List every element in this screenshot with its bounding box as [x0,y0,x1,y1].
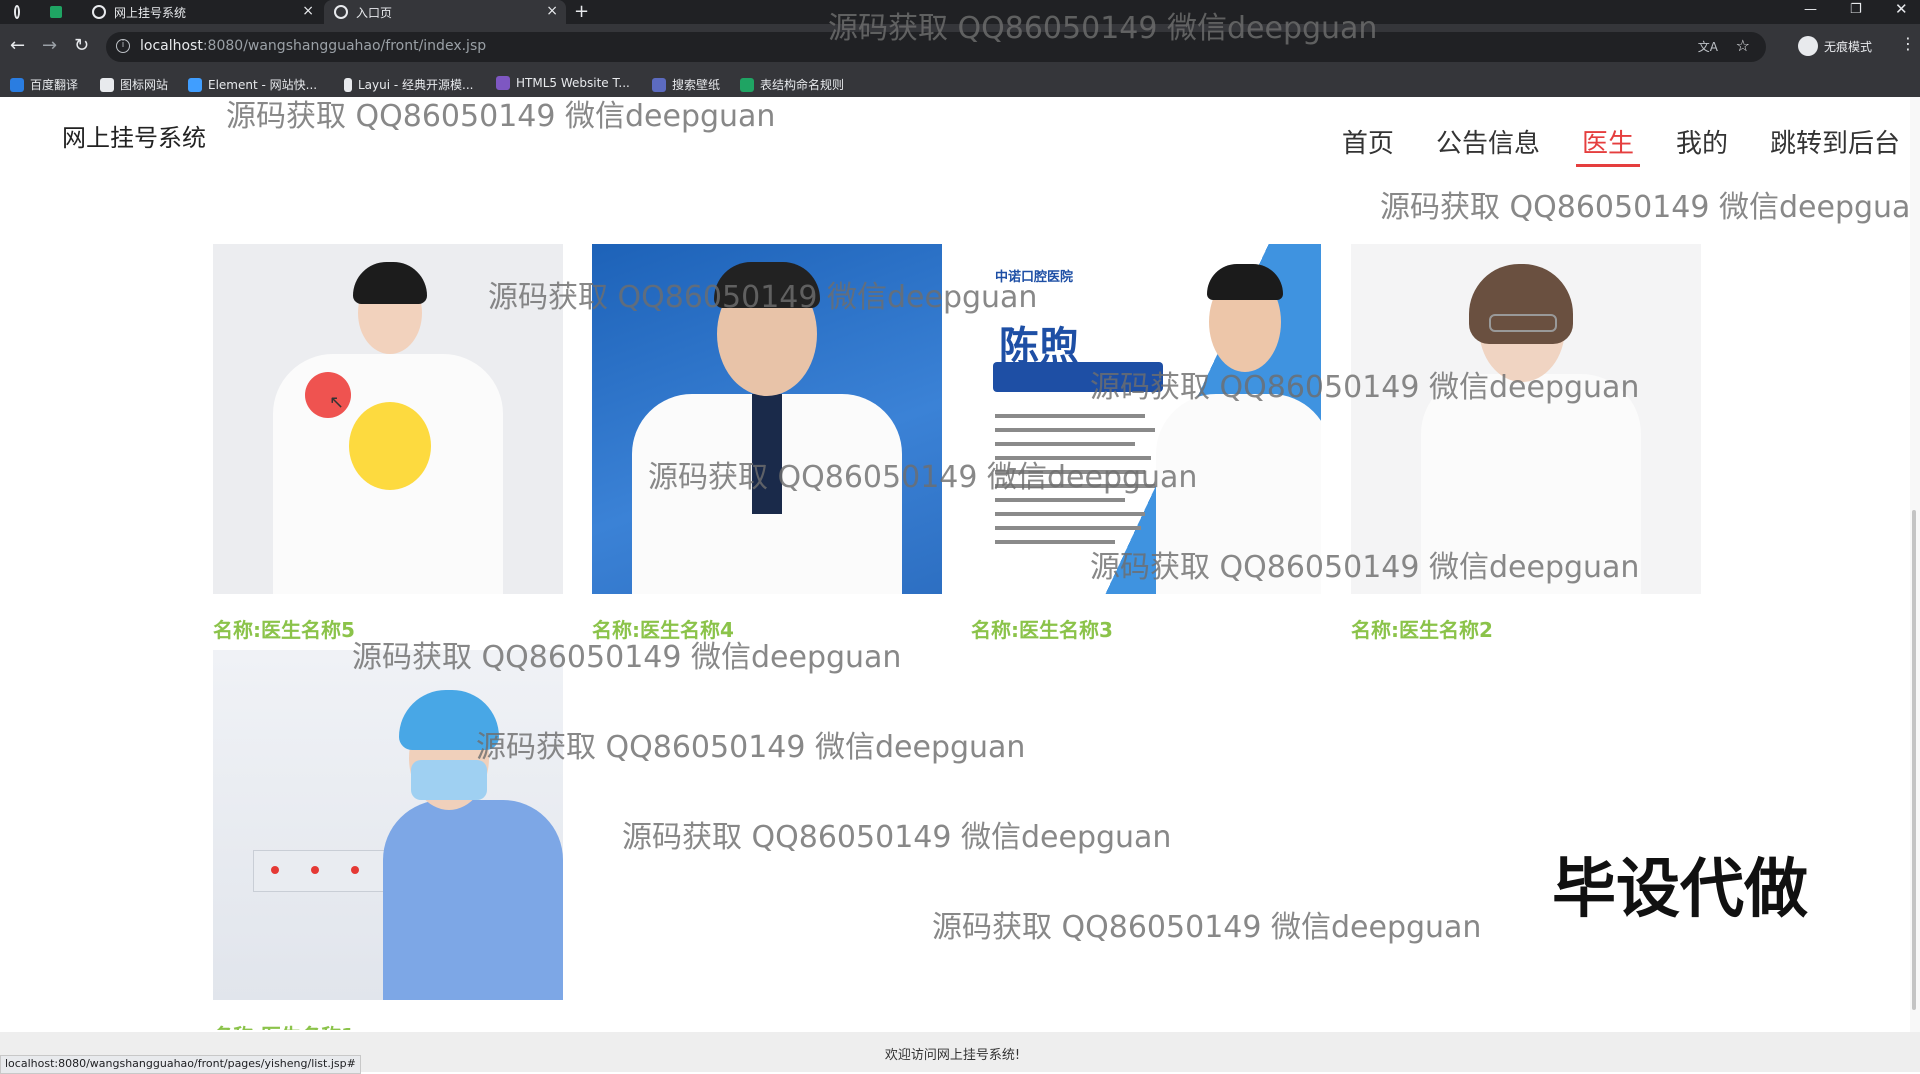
cursor-highlight [349,402,431,490]
back-icon[interactable]: ← [10,35,25,56]
minimize-icon[interactable]: — [1804,2,1817,17]
browser-menu-icon[interactable] [14,0,28,24]
main-nav: 首页 公告信息 医生 我的 跳转到后台 [1300,123,1900,167]
doctor-card[interactable]: 名称:医生名称2 [1351,244,1701,643]
nav-mine[interactable]: 我的 [1676,123,1728,164]
browser-chrome: 网上挂号系统 × 入口页 × + — ❐ ✕ ← → ↻ i localhost… [0,0,1920,97]
doctor-photo[interactable] [592,244,942,594]
doctor-card[interactable]: 中诺口腔医院 陈煦 名称:医生名称3 [971,244,1321,643]
doctor-card[interactable]: 名称:医生名称1 [213,650,563,1030]
bookmark-item[interactable]: Element - 网站快... [188,76,317,93]
promo-text: 毕设代做 [1552,853,1808,927]
close-icon[interactable]: × [302,3,314,19]
new-tab-button[interactable]: + [574,1,589,22]
nav-doctors[interactable]: 医生 [1575,123,1640,167]
status-bar-url: localhost:8080/wangshangguahao/front/pag… [0,1055,361,1074]
close-window-icon[interactable]: ✕ [1895,0,1908,18]
browser-toolbar: ← → ↻ i localhost:8080/wangshangguahao/f… [0,24,1920,70]
incognito-indicator[interactable]: 无痕模式 [1798,36,1872,56]
face-mask [411,760,487,800]
sheets-icon[interactable] [50,0,62,24]
address-bar[interactable]: i localhost:8080/wangshangguahao/front/i… [106,32,1766,62]
info-icon[interactable]: i [116,39,130,53]
close-icon[interactable]: × [546,3,558,19]
surgical-cap [399,690,499,750]
mouse-cursor-icon: ↖ [329,392,345,413]
bookmark-item[interactable]: 图标网站 [100,76,168,93]
star-icon[interactable]: ☆ [1736,36,1750,55]
bookmark-item[interactable]: 搜索壁纸 [652,76,720,93]
poster-hospital: 中诺口腔医院 [995,270,1074,285]
tab-strip: 网上挂号系统 × 入口页 × + — ❐ ✕ [0,0,1920,24]
doctor-name: 名称:医生名称5 [213,618,355,642]
doctor-name: 名称:医生名称4 [592,618,734,642]
tab-site[interactable]: 网上挂号系统 × [84,0,322,24]
globe-icon [334,5,348,19]
doctor-photo[interactable]: ↖ [213,244,563,594]
forward-icon[interactable]: → [42,35,57,56]
bookmark-item[interactable]: HTML5 Website T... [496,76,630,90]
reload-icon[interactable]: ↻ [74,35,89,56]
doctor-photo[interactable] [1351,244,1701,594]
translate-icon[interactable]: 文A [1698,38,1718,55]
doctor-name: 名称:医生名称1 [213,1020,563,1030]
click-indicator [305,372,351,418]
globe-icon [92,5,106,19]
bookmark-item[interactable]: 百度翻译 [10,76,78,93]
bookmarks-bar: 百度翻译 图标网站 Element - 网站快... Layui - 经典开源模… [0,70,1920,97]
doctor-name: 名称:医生名称2 [1351,618,1493,642]
doctor-photo[interactable] [213,650,563,1000]
more-options-icon[interactable]: ⋮ [1900,34,1916,53]
restore-icon[interactable]: ❐ [1850,2,1862,17]
bookmark-item[interactable]: 表结构命名规则 [740,76,844,93]
tab-entry[interactable]: 入口页 × [324,0,566,24]
bookmark-item[interactable]: Layui - 经典开源模... [344,76,473,93]
nav-admin[interactable]: 跳转到后台 [1770,123,1900,164]
nav-home[interactable]: 首页 [1342,123,1394,164]
doctor-card[interactable]: 名称:医生名称4 [592,244,942,643]
doctor-photo[interactable]: 中诺口腔医院 陈煦 [971,244,1321,594]
url-text[interactable]: localhost:8080/wangshangguahao/front/ind… [140,38,486,54]
incognito-icon [1798,36,1818,56]
doctor-card[interactable]: ↖ 名称:医生名称5 [213,244,563,643]
scrollbar-thumb[interactable] [1912,510,1916,1010]
nav-notices[interactable]: 公告信息 [1436,123,1540,164]
doctor-name: 名称:医生名称3 [971,618,1113,642]
site-title: 网上挂号系统 [62,124,206,152]
glasses [1489,314,1557,332]
